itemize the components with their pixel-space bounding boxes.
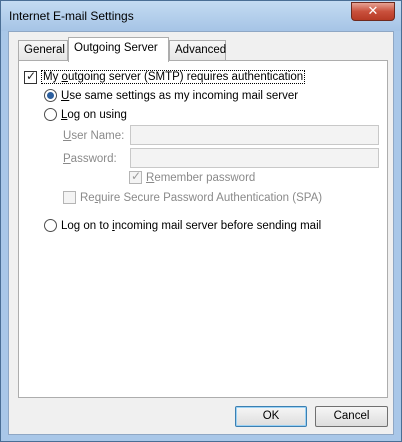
log-on-using-post: og on using xyxy=(67,108,127,121)
dialog-client-area: General Outgoing Server Advanced My outg… xyxy=(8,31,394,435)
cancel-button-label: Cancel xyxy=(333,410,370,422)
close-icon: ✕ xyxy=(367,4,379,19)
tab-advanced[interactable]: Advanced xyxy=(169,40,226,60)
outgoing-server-panel: My outgoing server (SMTP) requires authe… xyxy=(18,60,388,398)
dialog-window: Internet E-mail Settings ✕ General Outgo… xyxy=(0,0,402,442)
log-on-using-radio[interactable] xyxy=(44,108,57,121)
smtp-auth-checkbox[interactable] xyxy=(24,69,37,84)
tab-outgoing-server-label: Outgoing Server xyxy=(74,42,158,54)
window-title: Internet E-mail Settings xyxy=(9,9,134,23)
remember-password-label: Remember password xyxy=(146,172,255,184)
ok-button-label: OK xyxy=(262,410,280,422)
close-button[interactable]: ✕ xyxy=(351,2,395,21)
password-label: Password: xyxy=(63,153,117,165)
require-spa-row[interactable]: Require Secure Password Authentication (… xyxy=(63,191,322,204)
require-spa-checkbox[interactable] xyxy=(63,191,76,204)
tab-general[interactable]: General xyxy=(18,40,68,60)
log-on-incoming-radio-row[interactable]: Log on to incoming mail server before se… xyxy=(44,219,321,232)
log-on-using-label: Log on using xyxy=(61,109,127,121)
smtp-auth-label: My outgoing server (SMTP) requires authe… xyxy=(41,70,306,84)
user-name-post: ser Name: xyxy=(71,130,125,142)
cancel-button[interactable]: Cancel xyxy=(315,406,388,427)
log-on-using-radio-row[interactable]: Log on using xyxy=(44,108,127,121)
use-same-settings-post: se same settings as my incoming mail ser… xyxy=(69,89,299,102)
log-on-incoming-radio[interactable] xyxy=(44,219,57,232)
remember-password-row[interactable]: Remember password xyxy=(129,169,255,184)
require-spa-post: uire Secure Password Authentication (SPA… xyxy=(101,191,323,204)
password-post: assword: xyxy=(70,153,117,165)
require-spa-pre: Re xyxy=(80,191,95,204)
smtp-auth-checkbox-row[interactable]: My outgoing server (SMTP) requires authe… xyxy=(24,69,306,84)
use-same-settings-radio[interactable] xyxy=(44,89,57,102)
smtp-auth-label-post: utgoing server (SMTP) requires authentic… xyxy=(67,71,304,83)
user-name-label: User Name: xyxy=(63,130,124,142)
log-on-incoming-label: Log on to incoming mail server before se… xyxy=(61,220,321,232)
log-on-incoming-pre: Log on to xyxy=(61,219,113,232)
ok-button[interactable]: OK xyxy=(235,406,307,427)
tab-advanced-label: Advanced xyxy=(175,44,227,56)
tab-outgoing-server[interactable]: Outgoing Server xyxy=(68,37,169,62)
use-same-settings-label: Use same settings as my incoming mail se… xyxy=(61,90,298,102)
use-same-settings-radio-row[interactable]: Use same settings as my incoming mail se… xyxy=(44,89,298,102)
password-field[interactable] xyxy=(130,148,379,168)
smtp-auth-label-pre: My xyxy=(43,71,62,83)
log-on-incoming-post: ncoming mail server before sending mail xyxy=(114,219,322,232)
require-spa-label: Require Secure Password Authentication (… xyxy=(80,192,322,204)
password-accel: P xyxy=(63,153,71,165)
user-name-field[interactable] xyxy=(130,125,379,145)
remember-password-post: emember password xyxy=(154,171,256,184)
title-bar[interactable]: Internet E-mail Settings ✕ xyxy=(1,1,401,31)
remember-password-checkbox[interactable] xyxy=(129,169,142,184)
tab-general-label: General xyxy=(24,44,65,56)
